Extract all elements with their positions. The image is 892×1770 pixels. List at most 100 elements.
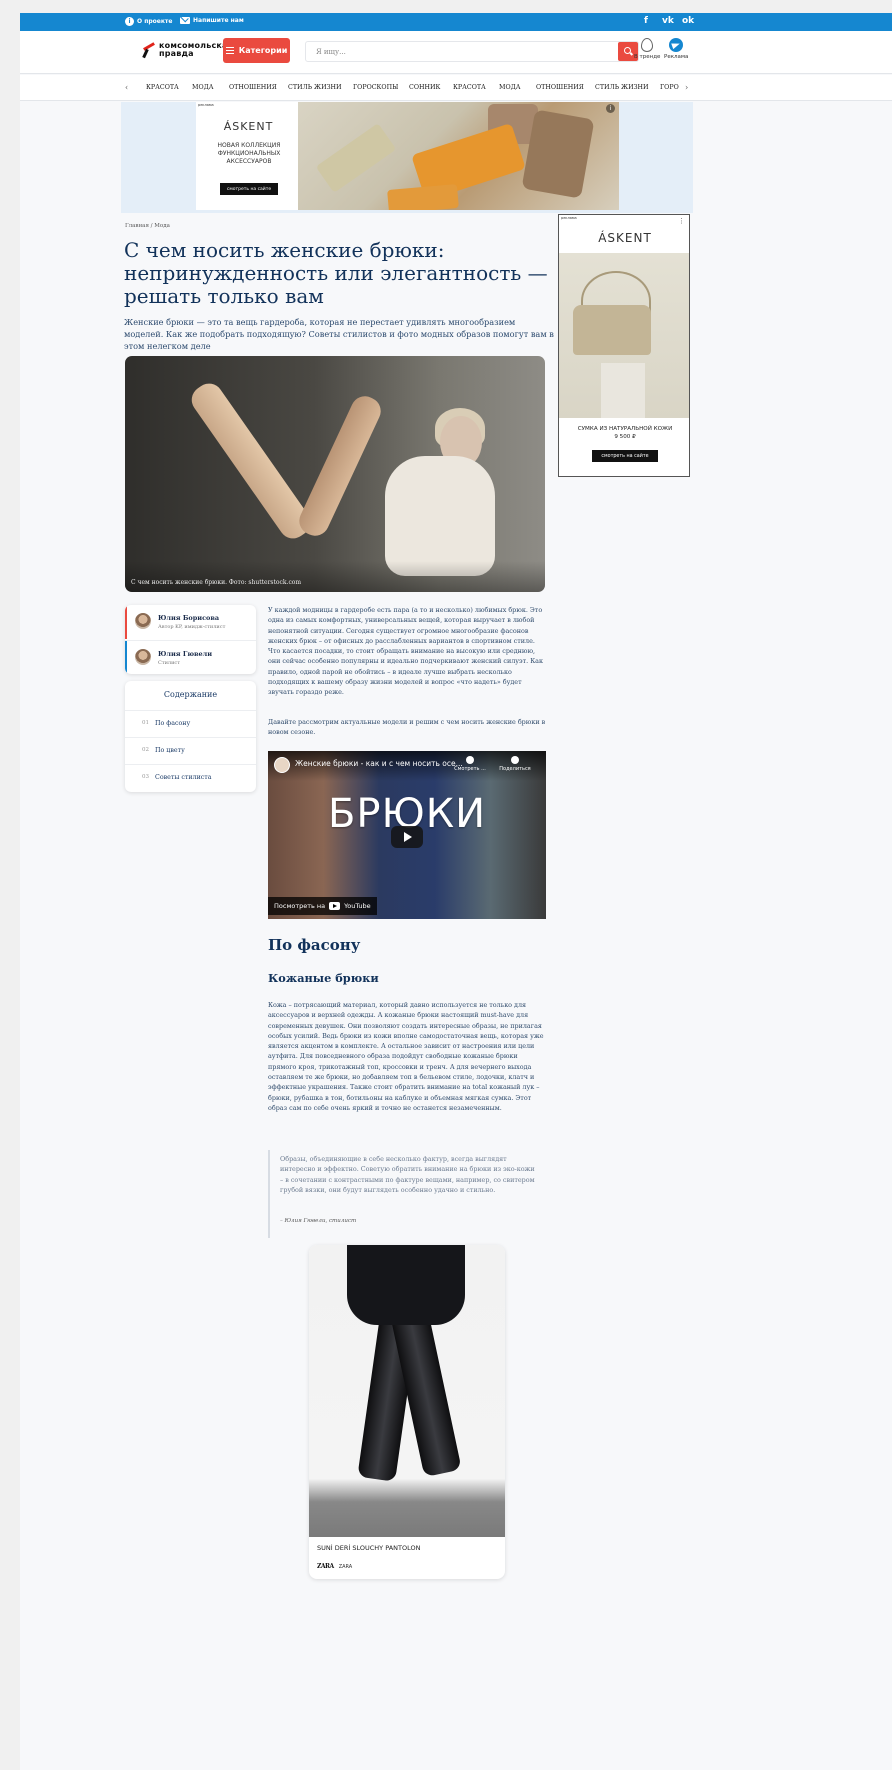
avatar — [135, 613, 151, 629]
product-shop[interactable]: ZARA ZARA — [317, 1563, 352, 1570]
toc-number: 01 — [142, 720, 149, 726]
ad-photo — [298, 102, 619, 210]
shop-name: ZARA — [338, 1563, 353, 1570]
ad-info-icon[interactable]: i — [606, 104, 615, 113]
product-card[interactable]: SUNİ DERİ SLOUCHY PANTOLON ZARA ZARA — [309, 1245, 505, 1579]
telegram-icon — [669, 38, 684, 52]
mail-icon — [180, 17, 190, 24]
vk-icon[interactable]: vk — [662, 16, 674, 26]
about-label: О проекте — [137, 18, 173, 25]
side-ad[interactable]: реклама ⋮ ÁSKENT Сумка из натуральной ко… — [558, 214, 690, 477]
share-icon — [511, 756, 519, 764]
authors-card: Юлия Борисова Автор KP, имидж-стилист Юл… — [125, 605, 256, 674]
ad-price: 9 500 ₽ — [614, 434, 636, 440]
breadcrumb[interactable]: Главная / Мода — [125, 223, 170, 229]
article-paragraph: Давайте рассмотрим актуальные модели и р… — [268, 718, 546, 737]
toc-number: 03 — [142, 774, 149, 780]
author-item[interactable]: Юлия Гювели Стилист — [125, 640, 256, 674]
author-name: Юлия Борисова — [158, 614, 220, 622]
quote-text: Образы, объединяющие в себе несколько фа… — [280, 1155, 535, 1194]
menu-icon — [225, 47, 234, 54]
toc-number: 02 — [142, 747, 149, 753]
nav-item[interactable]: Отношения — [229, 84, 277, 91]
ad-photo — [559, 253, 689, 418]
shop-logo: ZARA — [317, 1563, 334, 1570]
toc-label: Советы стилиста — [155, 774, 212, 781]
play-icon[interactable] — [391, 826, 423, 848]
nav-item[interactable]: Красота — [146, 84, 179, 91]
toc-title: Содержание — [163, 690, 218, 699]
flame-icon — [641, 38, 654, 52]
facebook-icon[interactable]: f — [644, 16, 648, 26]
expert-quote: Образы, объединяющие в себе несколько фа… — [268, 1150, 538, 1238]
author-accent — [125, 641, 127, 674]
video-title[interactable]: Женские брюки - как и с чем носить осе..… — [295, 759, 463, 768]
youtube-label: YouTube — [344, 902, 371, 910]
categories-button[interactable]: Категории — [223, 38, 290, 63]
site-logo[interactable]: комсомольская правда — [141, 42, 233, 58]
ad-cta-button[interactable]: смотреть на сайте — [592, 450, 658, 462]
author-name: Юлия Гювели — [158, 650, 213, 658]
subsection-heading: Кожаные брюки — [268, 971, 379, 985]
section-heading: По фасону — [268, 936, 361, 954]
info-icon: i — [125, 17, 134, 26]
video-embed[interactable]: Женские брюки - как и с чем носить осе..… — [268, 751, 546, 919]
search-placeholder: Я ищу... — [316, 48, 346, 56]
hero-image: С чем носить женские брюки. Фото: shutte… — [125, 356, 545, 592]
logo-text: комсомольская правда — [159, 42, 233, 58]
author-item[interactable]: Юлия Борисова Автор KP, имидж-стилист — [125, 605, 256, 639]
author-accent — [125, 605, 127, 639]
article-lead: Женские брюки — это та вещь гардероба, к… — [124, 317, 554, 351]
nav-item[interactable]: Отношения — [536, 84, 584, 91]
table-of-contents: Содержание 01 По фасону 02 По цвету 03 С… — [125, 681, 256, 792]
ad-cta-button[interactable]: смотреть на сайте — [220, 183, 278, 195]
toc-item[interactable]: 03 Советы стилиста — [125, 764, 256, 789]
ad-product: Сумка из натуральной кожи — [577, 426, 673, 432]
toc-item[interactable]: 02 По цвету — [125, 737, 256, 762]
toc-label: По цвету — [155, 747, 185, 754]
watch-on-youtube-button[interactable]: Посмотреть на YouTube — [268, 897, 377, 915]
search-input[interactable]: Я ищу... — [305, 41, 639, 62]
ad-label: реклама — [198, 103, 214, 107]
ads-label: Реклама — [664, 54, 689, 60]
top-banner: реклама ÁSKENT Новая коллекция функциона… — [121, 102, 693, 213]
write-us-label: Напишите нам — [193, 17, 244, 24]
nav-prev-icon[interactable]: ‹ — [125, 83, 128, 92]
about-link[interactable]: i О проекте — [125, 17, 172, 26]
avatar — [135, 649, 151, 665]
watch-later-button[interactable]: Смотреть ... — [453, 756, 487, 772]
page: i О проекте Напишите нам f vk ok комсомо… — [20, 13, 892, 1770]
nav-item[interactable]: Красота — [453, 84, 486, 91]
nav-item[interactable]: Мода — [192, 84, 214, 91]
ad-text: Новая коллекция функциональных аксессуар… — [217, 142, 281, 165]
nav-item[interactable]: Стиль жизни — [595, 84, 648, 91]
ad-brand: ÁSKENT — [598, 231, 652, 245]
write-us-link[interactable]: Напишите нам — [180, 17, 244, 24]
logo-line-2: правда — [159, 49, 194, 58]
nav-next-icon[interactable]: › — [685, 83, 688, 92]
nav-item[interactable]: Гороскопы — [353, 84, 398, 91]
trend-button[interactable]: В тренде — [634, 38, 660, 60]
share-button[interactable]: Поделиться — [498, 756, 532, 772]
article-paragraph: У каждой модницы в гардеробе есть пара (… — [268, 606, 543, 697]
ads-button[interactable]: Реклама — [664, 38, 688, 60]
author-role: Автор KP, имидж-стилист — [158, 624, 226, 630]
nav-item[interactable]: Мода — [499, 84, 521, 91]
nav-item[interactable]: Сонник — [409, 84, 440, 91]
toc-item[interactable]: 01 По фасону — [125, 710, 256, 735]
channel-avatar[interactable] — [274, 757, 290, 773]
ok-icon[interactable]: ok — [682, 16, 694, 26]
categories-label: Категории — [238, 46, 288, 55]
ad-menu-icon[interactable]: ⋮ — [678, 217, 685, 225]
clock-icon — [466, 756, 474, 764]
nav-item[interactable]: Горо — [660, 84, 679, 91]
category-nav: ‹ Красота Мода Отношения Стиль жизни Гор… — [20, 75, 892, 101]
nav-item[interactable]: Стиль жизни — [288, 84, 341, 91]
toc-label: По фасону — [155, 720, 191, 727]
ad-label: реклама — [561, 216, 577, 220]
watch-on-label: Посмотреть на — [274, 902, 326, 910]
trend-label: В тренде — [634, 54, 661, 60]
product-image — [309, 1245, 505, 1537]
product-name[interactable]: SUNİ DERİ SLOUCHY PANTOLON — [317, 1544, 420, 1552]
banner-ad[interactable]: реклама ÁSKENT Новая коллекция функциона… — [196, 102, 619, 210]
